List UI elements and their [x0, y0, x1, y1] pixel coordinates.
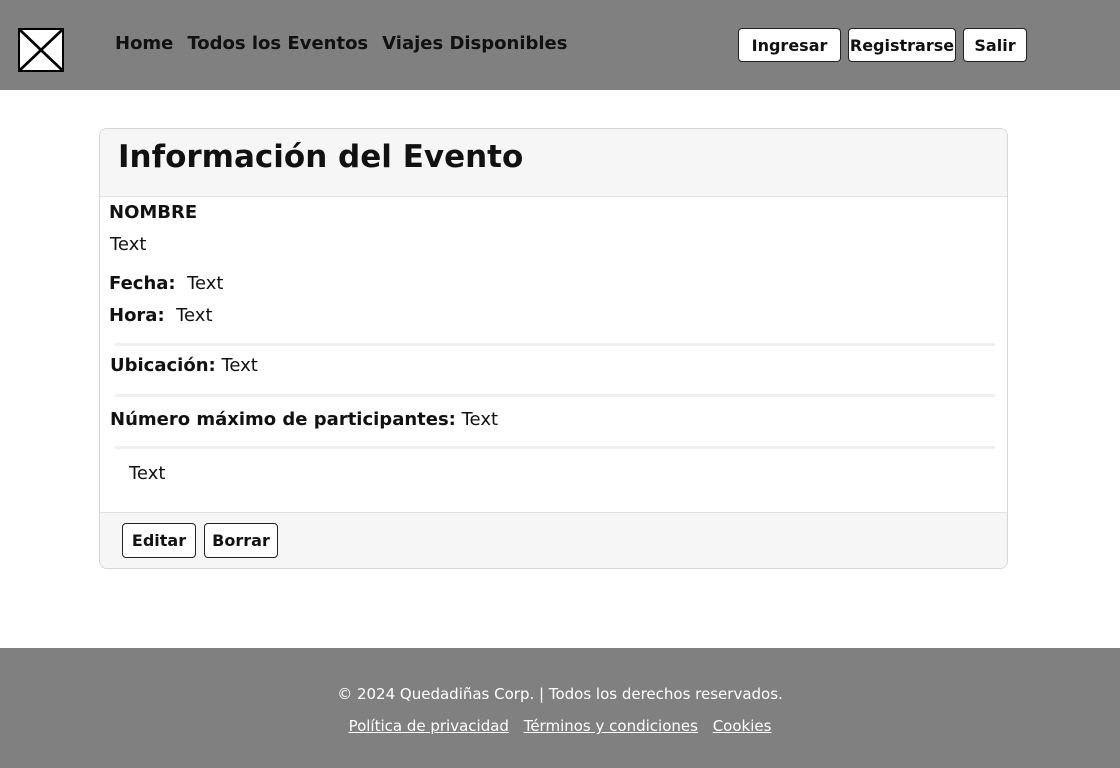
edit-button[interactable]: Editar	[122, 523, 196, 558]
logout-button[interactable]: Salir	[963, 28, 1027, 62]
event-date-value: Text	[187, 273, 224, 294]
event-time-value: Text	[176, 305, 213, 326]
event-date-label: Fecha:	[109, 273, 176, 294]
site-header: Home Todos los Eventos Viajes Disponible…	[0, 0, 1120, 90]
login-button[interactable]: Ingresar	[738, 28, 841, 62]
event-max-participants-label: Número máximo de participantes:	[110, 409, 456, 430]
divider	[115, 446, 995, 449]
event-time-label: Hora:	[109, 305, 165, 326]
divider	[115, 343, 995, 346]
card-body: NOMBRE Text Fecha: Text Hora: Text Ubica…	[100, 197, 1007, 512]
event-name-label: NOMBRE	[109, 202, 198, 223]
event-info-card: Información del Evento NOMBRE Text Fecha…	[99, 128, 1008, 569]
nav-all-events[interactable]: Todos los Eventos	[187, 33, 368, 54]
cookies-link[interactable]: Cookies	[713, 717, 772, 735]
register-button[interactable]: Registrarse	[848, 28, 956, 62]
event-description: Text	[129, 463, 166, 484]
footer-links: Política de privacidad Términos y condic…	[0, 717, 1120, 735]
event-location-value: Text	[221, 355, 258, 376]
nav-home[interactable]: Home	[115, 33, 173, 54]
card-footer: Editar Borrar	[100, 512, 1007, 568]
logo-placeholder-icon[interactable]	[18, 28, 64, 72]
copyright-text: © 2024 Quedadiñas Corp. | Todos los dere…	[337, 685, 783, 703]
terms-link[interactable]: Términos y condiciones	[524, 717, 698, 735]
privacy-link[interactable]: Política de privacidad	[349, 717, 509, 735]
event-time-row: Hora: Text	[109, 305, 213, 326]
card-header: Información del Evento	[100, 129, 1007, 197]
delete-button[interactable]: Borrar	[204, 523, 278, 558]
event-date-row: Fecha: Text	[109, 273, 223, 294]
main-nav: Home Todos los Eventos Viajes Disponible…	[115, 33, 567, 54]
nav-trips[interactable]: Viajes Disponibles	[382, 33, 567, 54]
site-footer: © 2024 Quedadiñas Corp. | Todos los dere…	[0, 648, 1120, 768]
event-name-value: Text	[110, 234, 147, 255]
page-title: Información del Evento	[118, 139, 524, 175]
event-max-participants-value: Text	[461, 409, 499, 430]
event-location-label: Ubicación:	[110, 355, 216, 376]
event-location-row: Ubicación: Text	[110, 355, 258, 376]
divider	[115, 394, 995, 397]
event-max-participants-row: Número máximo de participantes: Text	[110, 409, 498, 430]
